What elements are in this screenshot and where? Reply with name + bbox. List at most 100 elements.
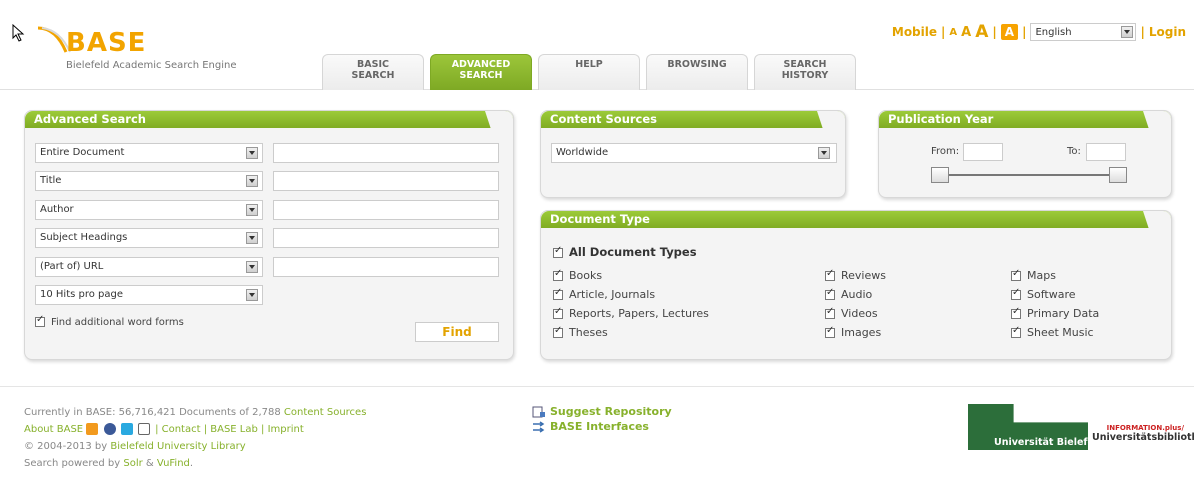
wikipedia-icon[interactable]	[137, 423, 150, 435]
solr-link[interactable]: Solr	[123, 458, 142, 469]
university-logo[interactable]: Universität Bielefeld	[968, 404, 1104, 450]
language-value: English	[1035, 26, 1072, 38]
field-select[interactable]: (Part of) URL	[35, 257, 263, 277]
high-contrast-link[interactable]: A	[1000, 24, 1019, 40]
font-size-large-link[interactable]: A	[975, 22, 988, 42]
doc-type-option[interactable]: Sheet Music	[1011, 325, 1094, 339]
field-select[interactable]: Entire Document	[35, 143, 263, 163]
doc-type-option[interactable]: Books	[553, 268, 602, 282]
twitter-icon[interactable]	[120, 423, 133, 435]
doc-type-option[interactable]: Reports, Papers, Lectures	[553, 306, 709, 320]
font-size-small-link[interactable]: A	[949, 27, 957, 38]
doc-type-checkbox[interactable]	[553, 306, 563, 319]
doc-type-option[interactable]: Reviews	[825, 268, 886, 282]
suggest-repository-link[interactable]: Suggest Repository	[550, 405, 672, 418]
chevron-down-icon[interactable]	[246, 204, 258, 216]
content-sources-panel: Content Sources Worldwide	[540, 110, 846, 198]
chevron-down-icon[interactable]	[246, 289, 258, 301]
chevron-down-icon[interactable]	[246, 261, 258, 273]
tab-basic-search[interactable]: BASIC SEARCH	[322, 54, 424, 90]
year-slider-max-handle[interactable]	[1109, 167, 1127, 183]
search-input[interactable]	[273, 200, 499, 220]
chevron-down-icon[interactable]	[246, 232, 258, 244]
doc-type-option[interactable]: Audio	[825, 287, 873, 301]
field-select-value: (Part of) URL	[40, 261, 104, 272]
year-from-input[interactable]	[963, 143, 1003, 161]
doc-type-checkbox[interactable]	[1011, 268, 1021, 281]
from-label: From:	[931, 146, 960, 157]
suggest-repository-item[interactable]: Suggest Repository	[532, 404, 672, 419]
doc-type-checkbox[interactable]	[553, 268, 563, 281]
word-forms-checkbox[interactable]	[35, 314, 45, 327]
doc-type-option[interactable]: Videos	[825, 306, 878, 320]
doc-type-option[interactable]: Theses	[553, 325, 608, 339]
field-select[interactable]: Title	[35, 171, 263, 191]
all-document-types-option[interactable]: All Document Types	[553, 245, 697, 259]
doc-type-checkbox[interactable]	[1011, 325, 1021, 338]
doc-type-checkbox[interactable]	[553, 325, 563, 338]
footer-powered-line: Search powered by Solr & VuFind.	[24, 455, 366, 472]
chevron-down-icon[interactable]	[246, 147, 258, 159]
search-input[interactable]	[273, 143, 499, 163]
doc-type-label: Audio	[841, 288, 873, 301]
mobile-link[interactable]: Mobile	[892, 25, 937, 39]
contact-lab-imprint-links[interactable]: | Contact | BASE Lab | Imprint	[155, 424, 304, 435]
field-select[interactable]: Author	[35, 200, 263, 220]
font-size-medium-link[interactable]: A	[961, 25, 971, 40]
university-library-link[interactable]: Bielefeld University Library	[110, 441, 245, 452]
language-select[interactable]: English	[1030, 23, 1137, 41]
search-input[interactable]	[273, 228, 499, 248]
publication-year-panel: Publication Year From: To:	[878, 110, 1172, 198]
doc-type-checkbox[interactable]	[825, 325, 835, 338]
footer-repository-links: Suggest Repository BASE Interfaces	[532, 404, 672, 434]
doc-type-option[interactable]: Images	[825, 325, 882, 339]
hits-per-page-select[interactable]: 10 Hits pro page	[35, 285, 263, 305]
doc-type-checkbox[interactable]	[825, 306, 835, 319]
word-forms-option[interactable]: Find additional word forms	[35, 314, 184, 328]
base-interfaces-item[interactable]: BASE Interfaces	[532, 419, 672, 434]
content-source-select[interactable]: Worldwide	[551, 143, 837, 163]
field-select[interactable]: Subject Headings	[35, 228, 263, 248]
tab-help[interactable]: HELP	[538, 54, 640, 90]
rss-icon[interactable]	[103, 423, 116, 435]
doc-type-checkbox[interactable]	[553, 287, 563, 300]
search-field-row: Subject Headings	[35, 228, 501, 248]
tab-advanced-search[interactable]: ADVANCED SEARCH	[430, 54, 532, 90]
search-input[interactable]	[273, 257, 499, 277]
doc-type-checkbox[interactable]	[1011, 306, 1021, 319]
tab-browsing[interactable]: BROWSING	[646, 54, 748, 90]
login-link[interactable]: Login	[1149, 25, 1186, 39]
doc-type-option[interactable]: Software	[1011, 287, 1076, 301]
footer-copyright-line: © 2004-2013 by Bielefeld University Libr…	[24, 438, 366, 455]
vufind-link[interactable]: VuFind	[157, 458, 190, 469]
about-base-link[interactable]: About BASE	[24, 424, 83, 435]
doc-type-checkbox[interactable]	[825, 287, 835, 300]
doc-type-checkbox[interactable]	[825, 268, 835, 281]
content-sources-title: Content Sources	[541, 111, 845, 128]
doc-type-option[interactable]: Article, Journals	[553, 287, 655, 301]
suggest-repository-icon	[532, 406, 545, 418]
tab-search-history[interactable]: SEARCH HISTORY	[754, 54, 856, 90]
library-logo[interactable]: INFORMATION.plus/ Universitätsbibliothek	[1092, 424, 1194, 443]
chevron-down-icon[interactable]	[246, 175, 258, 187]
year-slider-track[interactable]	[937, 174, 1117, 176]
library-logo-tagline: INFORMATION.plus/	[1106, 424, 1184, 432]
base-interfaces-link[interactable]: BASE Interfaces	[550, 420, 649, 433]
doc-type-checkbox[interactable]	[1011, 287, 1021, 300]
find-button[interactable]: Find	[415, 322, 499, 342]
hits-row: 10 Hits pro page	[35, 285, 501, 305]
all-types-label: All Document Types	[569, 245, 697, 259]
doc-type-option[interactable]: Maps	[1011, 268, 1056, 282]
year-slider-min-handle[interactable]	[931, 167, 949, 183]
blog-icon[interactable]	[86, 423, 99, 435]
doc-type-option[interactable]: Primary Data	[1011, 306, 1099, 320]
all-types-checkbox[interactable]	[553, 245, 563, 258]
year-to-input[interactable]	[1086, 143, 1126, 161]
chevron-down-icon[interactable]	[818, 147, 830, 159]
doc-type-label: Images	[841, 326, 882, 339]
header: BASE Bielefeld Academic Search Engine Mo…	[0, 0, 1194, 90]
search-input[interactable]	[273, 171, 499, 191]
chevron-down-icon[interactable]	[1121, 26, 1134, 38]
content-sources-link[interactable]: Content Sources	[284, 407, 367, 418]
doc-type-label: Sheet Music	[1027, 326, 1094, 339]
